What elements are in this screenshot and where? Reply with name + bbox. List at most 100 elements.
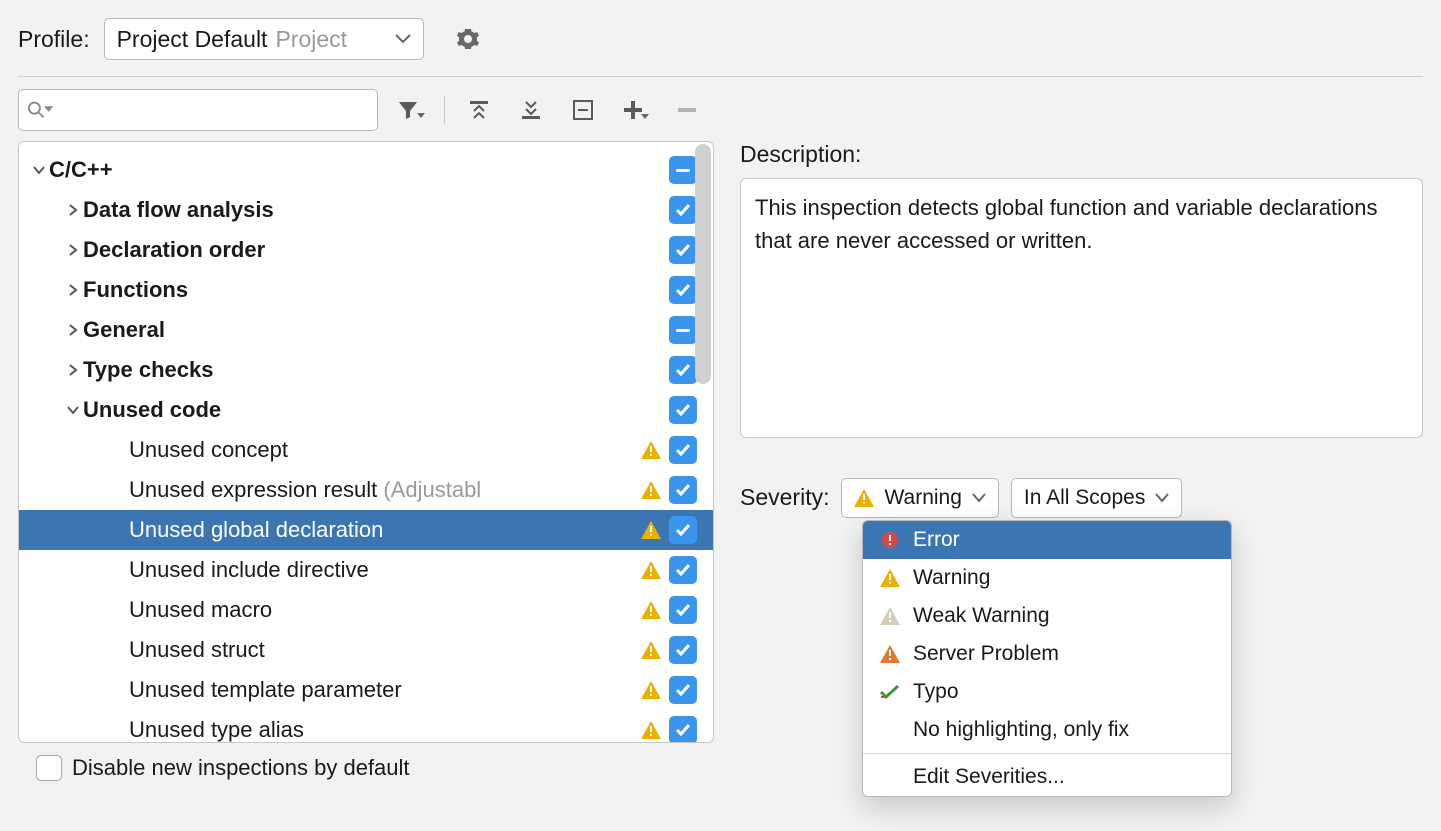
dropdown-label: Edit Severities... <box>913 765 1065 789</box>
scope-select[interactable]: In All Scopes <box>1011 478 1182 518</box>
warning-icon <box>639 521 663 539</box>
tree-label: Unused struct <box>129 637 639 663</box>
empty-icon <box>879 719 901 741</box>
warning-icon <box>639 681 663 699</box>
filter-icon[interactable] <box>390 90 430 130</box>
tree-group[interactable]: General <box>19 310 713 350</box>
tree-item[interactable]: Unused template parameter <box>19 670 713 710</box>
dropdown-item-weak-warning[interactable]: Weak Warning <box>863 597 1231 635</box>
chevron-down-icon <box>395 34 411 44</box>
checkbox-indeterminate[interactable] <box>669 156 697 184</box>
typo-icon <box>879 681 901 703</box>
tree-item[interactable]: Unused expression result (Adjustabl <box>19 470 713 510</box>
error-icon <box>879 529 901 551</box>
dropdown-label: Weak Warning <box>913 604 1050 628</box>
reset-icon[interactable] <box>563 90 603 130</box>
severity-dropdown[interactable]: Error Warning Weak Warning Server Proble… <box>862 520 1232 797</box>
divider <box>18 76 1423 77</box>
dropdown-item-error[interactable]: Error <box>863 521 1231 559</box>
profile-select[interactable]: Project Default Project <box>104 18 424 60</box>
severity-select[interactable]: Warning <box>841 478 998 518</box>
tree-item[interactable]: Unused macro <box>19 590 713 630</box>
search-input[interactable] <box>18 89 378 131</box>
tree-group[interactable]: Data flow analysis <box>19 190 713 230</box>
tree-label: C/C++ <box>49 157 669 183</box>
tree-item[interactable]: Unused struct <box>19 630 713 670</box>
tree-group[interactable]: Type checks <box>19 350 713 390</box>
chevron-right-icon <box>63 323 83 337</box>
checkbox-checked[interactable] <box>669 716 697 742</box>
checkbox-checked[interactable] <box>669 436 697 464</box>
profile-scope: Project <box>275 26 347 53</box>
tree-category[interactable]: C/C++ <box>19 150 713 190</box>
tree-label: Data flow analysis <box>83 197 669 223</box>
empty-icon <box>879 766 901 788</box>
dropdown-label: Warning <box>913 566 990 590</box>
chevron-right-icon <box>63 283 83 297</box>
dropdown-item-warning[interactable]: Warning <box>863 559 1231 597</box>
tree-label: Unused global declaration <box>129 517 639 543</box>
chevron-down-icon <box>29 163 49 177</box>
add-icon[interactable] <box>615 90 655 130</box>
disable-new-label: Disable new inspections by default <box>72 755 410 781</box>
search-field[interactable] <box>53 99 369 122</box>
expand-all-icon[interactable] <box>459 90 499 130</box>
dropdown-item-typo[interactable]: Typo <box>863 673 1231 711</box>
chevron-right-icon <box>63 203 83 217</box>
remove-icon[interactable] <box>667 90 707 130</box>
tree-label: Type checks <box>83 357 669 383</box>
dropdown-item-edit-severities[interactable]: Edit Severities... <box>863 758 1231 796</box>
tree-label: Functions <box>83 277 669 303</box>
chevron-down-icon <box>63 403 83 417</box>
separator <box>444 96 445 124</box>
dropdown-label: Server Problem <box>913 642 1059 666</box>
chevron-down-icon <box>1155 493 1169 503</box>
checkbox-checked[interactable] <box>669 476 697 504</box>
tree-item-selected[interactable]: Unused global declaration <box>19 510 713 550</box>
checkbox-checked[interactable] <box>669 276 697 304</box>
tree-item[interactable]: Unused include directive <box>19 550 713 590</box>
tree-group[interactable]: Declaration order <box>19 230 713 270</box>
tree-item-text: Unused expression result <box>129 477 383 502</box>
collapse-all-icon[interactable] <box>511 90 551 130</box>
checkbox-checked[interactable] <box>669 396 697 424</box>
scrollbar[interactable] <box>695 144 711 384</box>
tree-label: Unused expression result (Adjustabl <box>129 477 639 503</box>
warning-icon <box>639 721 663 739</box>
warning-icon <box>879 567 901 589</box>
gear-icon[interactable] <box>448 19 488 59</box>
checkbox-checked[interactable] <box>669 636 697 664</box>
tree-group[interactable]: Functions <box>19 270 713 310</box>
tree-label: Unused template parameter <box>129 677 639 703</box>
tree-item[interactable]: Unused type alias <box>19 710 713 742</box>
weak-warning-icon <box>879 605 901 627</box>
checkbox-checked[interactable] <box>669 196 697 224</box>
severity-current: Warning <box>884 486 961 510</box>
checkbox-checked[interactable] <box>669 596 697 624</box>
server-problem-icon <box>879 643 901 665</box>
dropdown-item-server-problem[interactable]: Server Problem <box>863 635 1231 673</box>
dropdown-item-no-highlighting[interactable]: No highlighting, only fix <box>863 711 1231 749</box>
tree-item[interactable]: Unused concept <box>19 430 713 470</box>
tree-label: Unused macro <box>129 597 639 623</box>
chevron-down-icon <box>972 493 986 503</box>
description-label: Description: <box>740 141 1423 168</box>
checkbox-checked[interactable] <box>669 236 697 264</box>
disable-new-checkbox[interactable] <box>36 755 62 781</box>
checkbox-checked[interactable] <box>669 516 697 544</box>
dropdown-label: Error <box>913 528 960 552</box>
checkbox-indeterminate[interactable] <box>669 316 697 344</box>
chevron-right-icon <box>63 243 83 257</box>
warning-icon <box>639 641 663 659</box>
checkbox-checked[interactable] <box>669 676 697 704</box>
profile-name: Project Default <box>117 26 268 53</box>
tree-label: Unused concept <box>129 437 639 463</box>
checkbox-checked[interactable] <box>669 356 697 384</box>
chevron-right-icon <box>63 363 83 377</box>
checkbox-checked[interactable] <box>669 556 697 584</box>
tree-group[interactable]: Unused code <box>19 390 713 430</box>
severity-label: Severity: <box>740 478 829 511</box>
tree-item-adjustable: (Adjustabl <box>383 477 481 502</box>
inspection-tree[interactable]: C/C++ Data flow analysis Declaration ord… <box>18 141 714 743</box>
warning-icon <box>639 601 663 619</box>
